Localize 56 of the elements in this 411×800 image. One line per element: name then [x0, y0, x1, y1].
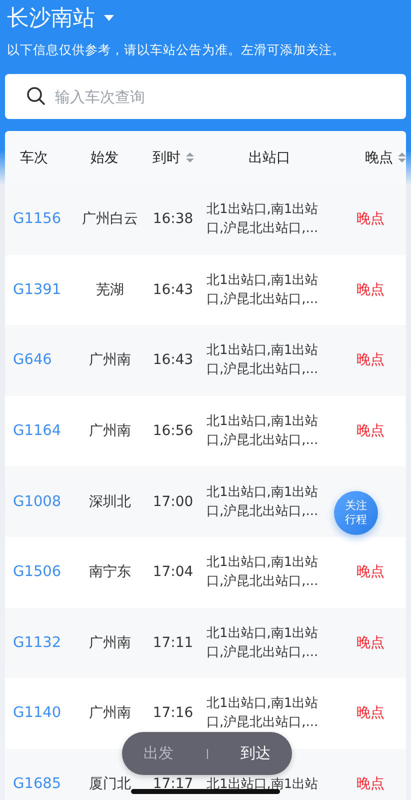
late-status: 晚点 [356, 351, 384, 370]
train-number[interactable]: G1391 [13, 282, 62, 298]
origin-station: 广州南 [89, 704, 131, 722]
exit-gates: 北1出站口,南1出站口,沪昆北出站口,... [206, 342, 320, 380]
notice-text: 以下信息仅供参考，请以车站公告为准。左滑可添加关注。 [6, 41, 346, 59]
arrival-time: 17:04 [152, 564, 194, 580]
train-number[interactable]: G646 [13, 352, 52, 368]
search-field[interactable]: 输入车次查询 [5, 74, 406, 119]
train-number[interactable]: G1506 [13, 564, 62, 580]
origin-station: 厦门北 [89, 775, 131, 794]
origin-station: 广州白云 [82, 210, 138, 228]
column-header: 出站口 [248, 148, 290, 166]
train-number[interactable]: G1132 [13, 634, 62, 651]
late-status: 晚点 [356, 280, 384, 299]
late-status: 晚点 [356, 210, 384, 228]
origin-station: 广州南 [89, 422, 131, 440]
train-number[interactable]: G1156 [13, 211, 62, 228]
arrival-time: 17:00 [152, 494, 194, 510]
column-header: 始发 [90, 148, 119, 166]
arrival-time: 16:56 [152, 423, 194, 440]
train-number[interactable]: G1164 [13, 423, 62, 440]
exit-gates: 北1出站口,南1出站口,沪昆北出站口,... [206, 413, 320, 450]
sort-icon[interactable] [398, 152, 406, 163]
arrival-time: 17:11 [152, 634, 194, 651]
late-status: 晚点 [356, 775, 384, 794]
exit-gates: 北1出站口,南1出站口,沪昆北出站口,... [206, 201, 320, 238]
arrival-time: 17:17 [152, 776, 194, 792]
origin-station: 芜湖 [96, 280, 124, 299]
exit-gates: 北1出站口,南1出站口,沪昆北出站口,... [206, 624, 320, 662]
late-status: 晚点 [356, 634, 384, 652]
origin-station: 广州南 [89, 351, 131, 370]
late-status: 晚点 [356, 422, 384, 440]
exit-gates: 北1出站口,南1出站口,沪昆北出站口,... [206, 695, 320, 732]
caret-icon[interactable] [103, 14, 115, 22]
train-number[interactable]: G1140 [13, 705, 62, 722]
origin-station: 广州南 [89, 634, 131, 652]
late-status: 晚点 [356, 704, 384, 722]
exit-gates: 北1出站口,南1出站口,沪昆北出站口,... [206, 272, 320, 309]
column-header[interactable]: 晚点 [365, 148, 393, 166]
station-title[interactable]: 长沙南站 [7, 3, 95, 33]
exit-gates: 北1出站口,南1出站口,沪昆北出站口,... [206, 554, 320, 592]
arrival-time: 16:38 [152, 211, 194, 228]
column-header[interactable]: 到时 [152, 148, 181, 166]
arrival-time: 16:43 [152, 352, 194, 368]
mode-tab[interactable]: 到达 [230, 740, 280, 767]
sort-icon[interactable] [186, 152, 194, 163]
column-header: 车次 [20, 148, 48, 166]
arrival-time: 16:43 [152, 282, 194, 298]
arrival-time: 17:16 [152, 705, 194, 722]
train-number[interactable]: G1685 [13, 776, 62, 792]
origin-station: 深圳北 [89, 492, 131, 511]
exit-gates: 北1出站口,南1出站口,沪昆北出站口,... [206, 484, 320, 521]
train-number[interactable]: G1008 [13, 494, 62, 510]
origin-station: 南宁东 [89, 563, 131, 582]
late-status: 晚点 [356, 563, 384, 582]
mode-tab[interactable]: 出发 [134, 740, 184, 767]
